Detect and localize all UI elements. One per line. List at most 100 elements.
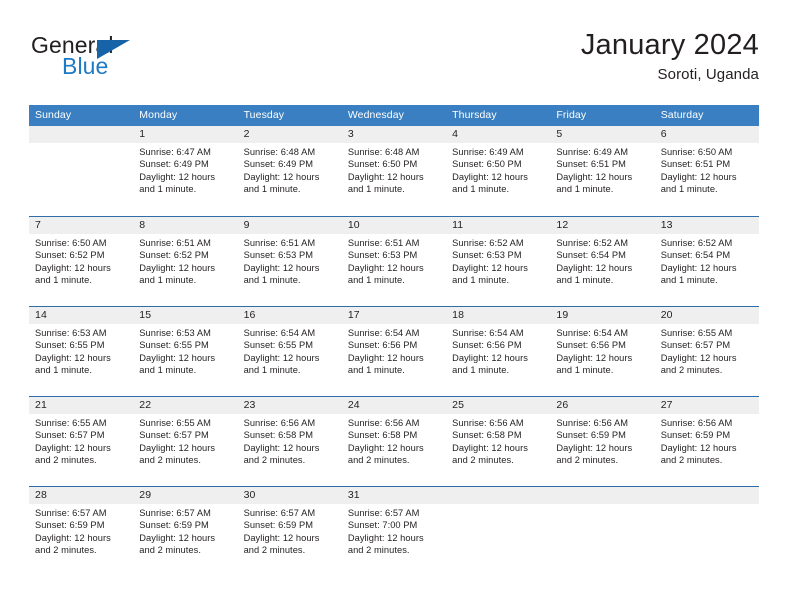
day-details: Sunrise: 6:53 AM Sunset: 6:55 PM Daylight:…	[133, 324, 237, 377]
day-cell[interactable]: 20 Sunrise: 6:55 AM Sunset: 6:57 PM Dayligh…	[654, 307, 759, 396]
sunset-time: Sunset: 6:54 PM	[556, 250, 626, 261]
day-number: 7	[29, 217, 134, 234]
day-number	[29, 126, 134, 143]
day-cell[interactable]: 18 Sunrise: 6:54 AM Sunset: 6:56 PM Dayligh…	[446, 307, 551, 396]
day-cell[interactable]: 31 Sunrise: 6:57 AM Sunset: 7:00 PM Dayligh…	[341, 487, 447, 576]
day-cell[interactable]: 9 Sunrise: 6:51 AM Sunset: 6:53 PM Daylight…	[237, 217, 342, 306]
day-cell-empty	[550, 487, 655, 576]
sunset-time: Sunset: 6:58 PM	[347, 430, 418, 441]
daylight-duration-line1: Daylight: 12 hours	[35, 352, 111, 363]
daylight-duration-line2: and 1 minute.	[452, 184, 510, 195]
brand-logo[interactable]: General Blue	[29, 32, 229, 88]
day-details: Sunrise: 6:50 AM Sunset: 6:51 PM Daylight:…	[655, 143, 759, 196]
calendar-week-row: 14 Sunrise: 6:53 AM Sunset: 6:55 PM Dayligh…	[29, 306, 759, 396]
day-cell[interactable]: 16 Sunrise: 6:54 AM Sunset: 6:55 PM Dayligh…	[237, 307, 342, 396]
brand-name-blue: Blue	[62, 53, 109, 79]
daylight-duration-line2: and 1 minute.	[556, 184, 614, 195]
sunrise-time: Sunrise: 6:51 AM	[139, 238, 211, 248]
day-cell[interactable]: 12 Sunrise: 6:52 AM Sunset: 6:54 PM Dayligh…	[550, 217, 655, 306]
daylight-duration-line2: and 1 minute.	[347, 184, 405, 195]
day-cell[interactable]: 29 Sunrise: 6:57 AM Sunset: 6:59 PM Dayligh…	[133, 487, 238, 576]
day-number: 18	[446, 307, 551, 324]
daylight-duration-line1: Daylight: 12 hours	[139, 442, 216, 453]
daylight-duration-line1: Daylight: 12 hours	[660, 352, 737, 363]
day-cell[interactable]: 4 Sunrise: 6:49 AM Sunset: 6:50 PM Daylight…	[446, 126, 551, 216]
day-cell[interactable]: 27 Sunrise: 6:56 AM Sunset: 6:59 PM Dayligh…	[654, 397, 759, 486]
sunrise-time: Sunrise: 6:54 AM	[347, 328, 420, 338]
daylight-duration-line1: Daylight: 12 hours	[556, 352, 633, 363]
page-header: General Blue January 2024 Soroti, Uganda	[29, 28, 759, 98]
sunrise-time: Sunrise: 6:49 AM	[452, 147, 524, 157]
day-details: Sunrise: 6:54 AM Sunset: 6:55 PM Daylight:…	[238, 324, 342, 377]
day-cell-empty	[29, 126, 134, 216]
day-details: Sunrise: 6:52 AM Sunset: 6:54 PM Daylight:…	[655, 234, 759, 287]
day-cell[interactable]: 1 Sunrise: 6:47 AM Sunset: 6:49 PM Daylight…	[133, 126, 238, 216]
sunset-time: Sunset: 6:57 PM	[139, 430, 209, 441]
day-cell[interactable]: 14 Sunrise: 6:53 AM Sunset: 6:55 PM Dayligh…	[29, 307, 134, 396]
day-cell[interactable]: 30 Sunrise: 6:57 AM Sunset: 6:59 PM Dayligh…	[237, 487, 342, 576]
day-cell[interactable]: 25 Sunrise: 6:56 AM Sunset: 6:58 PM Dayligh…	[446, 397, 551, 486]
daylight-duration-line2: and 1 minute.	[35, 275, 92, 286]
calendar-week-row: 7 Sunrise: 6:50 AM Sunset: 6:52 PM Daylight…	[29, 216, 759, 306]
day-cell[interactable]: 19 Sunrise: 6:54 AM Sunset: 6:56 PM Dayligh…	[550, 307, 655, 396]
day-details: Sunrise: 6:54 AM Sunset: 6:56 PM Daylight:…	[446, 324, 550, 377]
sunset-time: Sunset: 6:52 PM	[35, 250, 105, 261]
day-cell[interactable]: 15 Sunrise: 6:53 AM Sunset: 6:55 PM Dayligh…	[133, 307, 238, 396]
daylight-duration-line2: and 2 minutes.	[660, 455, 723, 466]
day-cell[interactable]: 8 Sunrise: 6:51 AM Sunset: 6:52 PM Daylight…	[133, 217, 238, 306]
weekday-header-tuesday: Tuesday	[243, 109, 285, 121]
day-cell[interactable]: 24 Sunrise: 6:56 AM Sunset: 6:58 PM Dayligh…	[341, 397, 447, 486]
day-cell[interactable]: 3 Sunrise: 6:48 AM Sunset: 6:50 PM Daylight…	[341, 126, 447, 216]
day-number: 10	[341, 217, 447, 234]
day-cell-empty	[446, 487, 551, 576]
day-cell[interactable]: 5 Sunrise: 6:49 AM Sunset: 6:51 PM Daylight…	[550, 126, 655, 216]
day-number: 11	[446, 217, 551, 234]
sunrise-time: Sunrise: 6:57 AM	[347, 508, 420, 518]
sunset-time: Sunset: 6:59 PM	[556, 430, 626, 441]
weekday-header-friday: Friday	[556, 109, 587, 121]
day-cell[interactable]: 10 Sunrise: 6:51 AM Sunset: 6:53 PM Dayligh…	[341, 217, 447, 306]
daylight-duration-line2: and 1 minute.	[243, 275, 301, 286]
sunset-time: Sunset: 6:53 PM	[243, 250, 314, 261]
day-details: Sunrise: 6:54 AM Sunset: 6:56 PM Daylight:…	[550, 324, 654, 377]
day-number: 24	[341, 397, 447, 414]
day-cell[interactable]: 6 Sunrise: 6:50 AM Sunset: 6:51 PM Daylight…	[654, 126, 759, 216]
sunset-time: Sunset: 6:50 PM	[347, 159, 418, 170]
day-cell[interactable]: 13 Sunrise: 6:52 AM Sunset: 6:54 PM Dayligh…	[654, 217, 759, 306]
sunrise-time: Sunrise: 6:54 AM	[556, 328, 629, 338]
day-cell[interactable]: 2 Sunrise: 6:48 AM Sunset: 6:49 PM Daylight…	[237, 126, 342, 216]
day-cell[interactable]: 21 Sunrise: 6:55 AM Sunset: 6:57 PM Dayligh…	[29, 397, 134, 486]
day-number: 21	[29, 397, 134, 414]
day-cell[interactable]: 22 Sunrise: 6:55 AM Sunset: 6:57 PM Dayligh…	[133, 397, 238, 486]
calendar-grid: Sunday Monday Tuesday Wednesday Thursday Frid…	[29, 105, 759, 576]
day-number: 3	[341, 126, 447, 143]
day-number: 8	[133, 217, 238, 234]
day-number: 31	[341, 487, 447, 504]
sunrise-time: Sunrise: 6:57 AM	[35, 508, 107, 518]
day-number: 1	[133, 126, 238, 143]
sunset-time: Sunset: 6:59 PM	[243, 520, 314, 531]
daylight-duration-line2: and 1 minute.	[139, 184, 197, 195]
day-cell[interactable]: 28 Sunrise: 6:57 AM Sunset: 6:59 PM Dayligh…	[29, 487, 134, 576]
day-cell[interactable]: 11 Sunrise: 6:52 AM Sunset: 6:53 PM Dayligh…	[446, 217, 551, 306]
day-cell-empty	[654, 487, 759, 576]
day-details: Sunrise: 6:57 AM Sunset: 7:00 PM Daylight:…	[342, 504, 446, 557]
daylight-duration-line2: and 1 minute.	[243, 184, 301, 195]
day-details: Sunrise: 6:48 AM Sunset: 6:49 PM Daylight:…	[238, 143, 342, 196]
daylight-duration-line2: and 1 minute.	[347, 365, 405, 376]
day-number: 30	[237, 487, 342, 504]
day-details: Sunrise: 6:55 AM Sunset: 6:57 PM Daylight:…	[133, 414, 237, 467]
day-number	[654, 487, 759, 504]
day-cell[interactable]: 7 Sunrise: 6:50 AM Sunset: 6:52 PM Daylight…	[29, 217, 134, 306]
sunset-time: Sunset: 6:51 PM	[660, 159, 731, 170]
day-details: Sunrise: 6:56 AM Sunset: 6:58 PM Daylight:…	[446, 414, 550, 467]
sunset-time: Sunset: 6:49 PM	[139, 159, 209, 170]
day-cell[interactable]: 23 Sunrise: 6:56 AM Sunset: 6:58 PM Dayligh…	[237, 397, 342, 486]
day-details: Sunrise: 6:48 AM Sunset: 6:50 PM Daylight:…	[342, 143, 446, 196]
day-cell[interactable]: 17 Sunrise: 6:54 AM Sunset: 6:56 PM Dayligh…	[341, 307, 447, 396]
day-cell[interactable]: 26 Sunrise: 6:56 AM Sunset: 6:59 PM Dayligh…	[550, 397, 655, 486]
weekday-header-thursday: Thursday	[452, 109, 497, 121]
sunrise-time: Sunrise: 6:55 AM	[139, 418, 211, 428]
sunset-time: Sunset: 6:55 PM	[243, 340, 314, 351]
sunrise-time: Sunrise: 6:48 AM	[347, 147, 420, 157]
